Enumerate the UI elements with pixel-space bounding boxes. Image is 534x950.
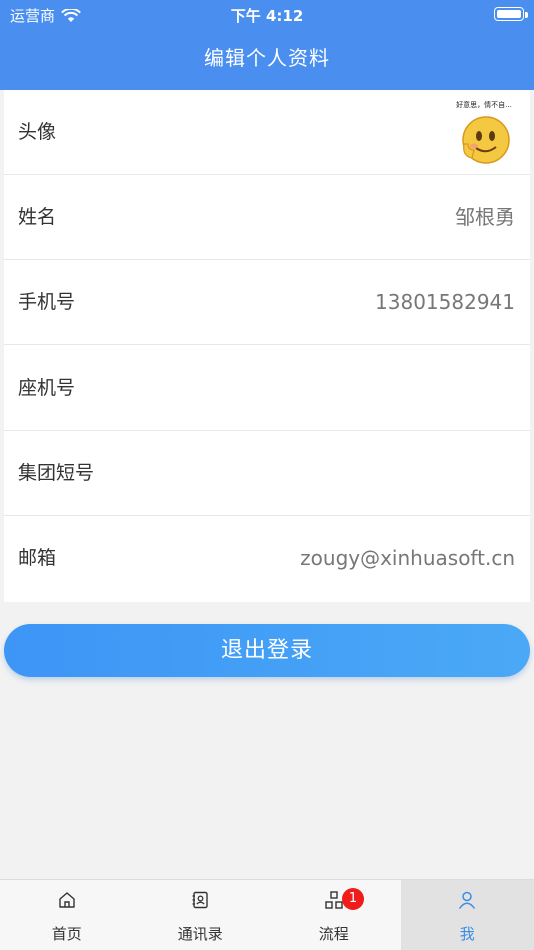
logout-button[interactable]: 退出登录: [4, 624, 530, 677]
row-landline[interactable]: 座机号: [4, 346, 530, 431]
tab-contacts-label: 通讯录: [177, 925, 223, 943]
landline-label: 座机号: [18, 377, 76, 399]
avatar[interactable]: 好意思，情不自...: [454, 100, 514, 166]
profile-icon: [459, 891, 476, 909]
page-title: 编辑个人资料: [204, 46, 330, 70]
row-name[interactable]: 姓名 邹根勇: [4, 175, 530, 260]
tab-workflow-label: 流程: [318, 925, 349, 943]
tab-contacts[interactable]: 通讯录: [134, 880, 268, 950]
tab-me[interactable]: 我: [400, 880, 534, 950]
name-label: 姓名: [18, 206, 57, 228]
email-label: 邮箱: [18, 547, 57, 569]
avatar-label: 头像: [18, 121, 57, 143]
battery-icon: [494, 7, 524, 21]
tab-home-label: 首页: [51, 925, 82, 943]
workflow-badge: 1: [342, 888, 364, 910]
name-value: 邹根勇: [455, 205, 515, 229]
row-avatar[interactable]: 头像 好意思，情不自...: [4, 90, 530, 175]
email-value: zougy@xinhuasoft.cn: [300, 546, 515, 570]
tab-home[interactable]: 首页: [0, 880, 134, 950]
tab-workflow[interactable]: 1 流程: [267, 880, 401, 950]
app-header: 运营商 下午 4:12 编辑个人资料: [0, 0, 534, 90]
tab-bar: 首页 通讯录 1 流程 我: [0, 879, 534, 950]
workflow-icon: [325, 891, 343, 909]
tab-me-label: 我: [459, 925, 475, 943]
row-email[interactable]: 邮箱 zougy@xinhuasoft.cn: [4, 516, 530, 601]
mobile-value: 13801582941: [375, 290, 515, 314]
row-group-short[interactable]: 集团短号: [4, 431, 530, 516]
smiley-face-icon: [462, 116, 510, 164]
status-time: 下午 4:12: [230, 7, 304, 25]
contacts-icon: [192, 891, 208, 909]
profile-card: 头像 好意思，情不自... 姓名 邹根勇 手机号 13801582941 座机号…: [4, 90, 530, 602]
mobile-label: 手机号: [18, 291, 76, 313]
row-mobile[interactable]: 手机号 13801582941: [4, 260, 530, 345]
status-bar: 运营商 下午 4:12: [0, 0, 534, 28]
home-icon: [59, 892, 75, 908]
group-short-label: 集团短号: [18, 462, 95, 484]
battery-nub: [525, 12, 528, 18]
